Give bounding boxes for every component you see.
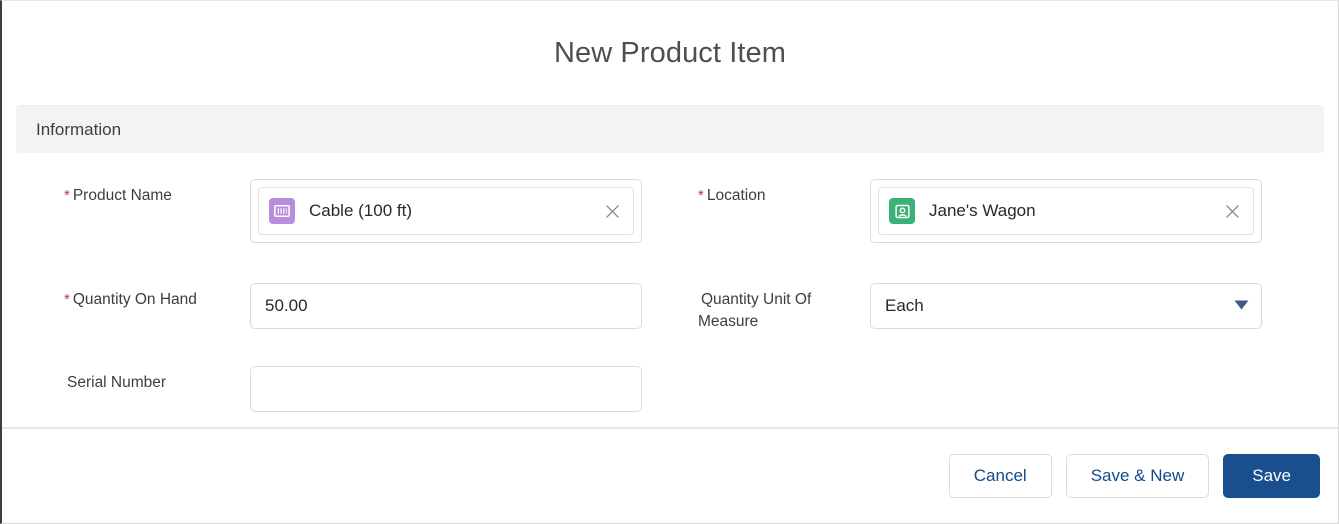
field-quantity-unit-of-measure: Quantity Unit Of Measure Each <box>670 283 1324 334</box>
location-pill[interactable]: Jane's Wagon <box>878 187 1254 235</box>
save-and-new-button[interactable]: Save & New <box>1065 454 1210 498</box>
field-product-name: * Product Name Cable (100 ft) <box>16 179 670 243</box>
serial-number-input[interactable] <box>250 365 642 412</box>
product-name-clear-icon[interactable] <box>597 196 627 226</box>
location-control: Jane's Wagon <box>870 179 1262 243</box>
new-product-item-modal: New Product Item Information * Product Na… <box>0 0 1339 524</box>
form-row-1: * Product Name Cable (100 ft) * Location… <box>16 179 1324 243</box>
chevron-down-icon[interactable] <box>1234 297 1249 315</box>
page-title: New Product Item <box>553 36 787 69</box>
product-name-label: * Product Name <box>64 179 250 207</box>
location-label-text: Location <box>706 187 766 204</box>
product-icon <box>269 198 295 224</box>
product-name-label-text: Product Name <box>72 187 172 204</box>
serial-number-label-text: Serial Number <box>67 373 167 391</box>
required-asterisk: * <box>64 187 70 204</box>
form-body: * Product Name Cable (100 ft) * Location… <box>2 153 1338 412</box>
section-band-wrapper: Information <box>2 105 1338 153</box>
form-row-2: * Quantity On Hand 50.00 Quantity Unit Of… <box>16 283 1324 334</box>
section-title: Information <box>36 119 122 139</box>
serial-number-label: Serial Number <box>64 366 250 394</box>
product-name-lookup[interactable]: Cable (100 ft) <box>250 179 642 243</box>
location-icon <box>889 198 915 224</box>
row-spacer-1 <box>16 243 1324 283</box>
product-name-pill[interactable]: Cable (100 ft) <box>258 187 634 235</box>
row-spacer-2 <box>16 334 1324 366</box>
information-section-header: Information <box>16 105 1324 153</box>
product-name-value: Cable (100 ft) <box>309 201 412 220</box>
location-value: Jane's Wagon <box>929 201 1036 220</box>
field-quantity-on-hand: * Quantity On Hand 50.00 <box>16 283 670 334</box>
required-asterisk: * <box>64 291 70 308</box>
modal-footer: Cancel Save & New Save <box>2 429 1338 523</box>
cancel-button[interactable]: Cancel <box>948 454 1052 498</box>
quantity-unit-of-measure-label-text: Quantity Unit Of Measure <box>698 291 812 331</box>
field-serial-number: Serial Number <box>16 365 670 412</box>
quantity-on-hand-label-text: Quantity On Hand <box>72 291 197 308</box>
required-asterisk: * <box>698 187 704 204</box>
form-row-3: Serial Number <box>16 365 1324 412</box>
location-label: * Location <box>698 179 870 207</box>
quantity-unit-of-measure-control: Each <box>870 283 1262 329</box>
product-name-control: Cable (100 ft) <box>250 179 642 243</box>
field-location: * Location Jane's Wagon <box>670 179 1324 243</box>
save-button[interactable]: Save <box>1223 454 1320 498</box>
quantity-unit-of-measure-label: Quantity Unit Of Measure <box>698 283 870 334</box>
quantity-on-hand-control: 50.00 <box>250 283 642 329</box>
quantity-unit-of-measure-select[interactable]: Each <box>870 283 1262 329</box>
location-lookup[interactable]: Jane's Wagon <box>870 179 1262 243</box>
location-clear-icon[interactable] <box>1217 196 1247 226</box>
quantity-on-hand-label: * Quantity On Hand <box>64 283 250 311</box>
form-col-empty <box>670 366 1324 412</box>
quantity-on-hand-value: 50.00 <box>265 296 308 315</box>
modal-header: New Product Item <box>2 1 1338 105</box>
quantity-unit-of-measure-value: Each <box>885 296 924 315</box>
serial-number-control <box>250 365 642 412</box>
quantity-on-hand-input[interactable]: 50.00 <box>250 283 642 329</box>
